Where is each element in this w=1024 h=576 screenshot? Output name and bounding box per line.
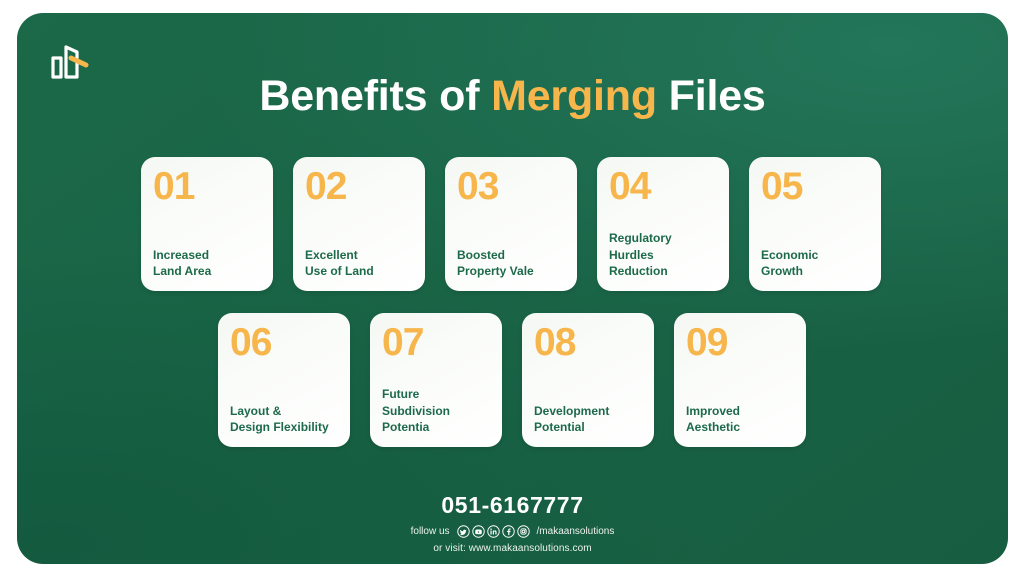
benefit-card-label: Boosted Property Vale [457, 247, 534, 279]
benefit-card-label: Future Subdivision Potentia [382, 387, 451, 435]
benefit-card-number: 09 [686, 321, 728, 364]
benefit-card-row-top: 01 Increased Land Area 02 Excellent Use of … [141, 157, 881, 291]
benefit-card-number: 06 [230, 321, 272, 364]
social-icon-group [456, 525, 530, 538]
website-line: or visit: www.makaansolutions.com [433, 542, 592, 554]
benefit-card-number: 02 [305, 165, 347, 208]
twitter-icon[interactable] [456, 525, 470, 538]
benefit-card-number: 04 [609, 165, 651, 208]
benefit-card: 07 Future Subdivision Potentia [370, 313, 502, 447]
footer: 051-6167777 follow us /makaansolutions o… [17, 491, 1008, 554]
benefit-card-number: 01 [153, 165, 195, 208]
benefit-card-label: Excellent Use of Land [305, 247, 374, 279]
benefit-card: 08 Development Potential [522, 313, 654, 447]
benefit-card-label: Development Potential [534, 403, 610, 435]
benefit-card: 03 Boosted Property Vale [445, 157, 577, 291]
youtube-icon[interactable] [471, 525, 485, 538]
benefit-card-label: Regulatory Hurdles Reduction [609, 231, 672, 279]
benefit-card: 09 Improved Aesthetic [674, 313, 806, 447]
benefit-card-label: Layout & Design Flexibility [230, 403, 329, 435]
follow-us-label: follow us [410, 525, 450, 537]
benefit-card-label: Economic Growth [761, 247, 819, 279]
phone-number: 051-6167777 [441, 492, 584, 518]
linkedin-icon[interactable] [486, 525, 500, 538]
social-handle: /makaansolutions [536, 525, 615, 537]
instagram-icon[interactable] [516, 525, 530, 538]
benefit-card-label: Improved Aesthetic [686, 403, 741, 435]
page-title: Benefits of Merging Files [17, 72, 1008, 121]
benefit-card: 06 Layout & Design Flexibility [218, 313, 350, 447]
benefit-card-label: Increased Land Area [153, 247, 212, 279]
social-line: follow us /makaansolutions [17, 525, 1008, 538]
benefit-card-number: 05 [761, 165, 803, 208]
infographic-canvas: Benefits of Merging Files 01 Increased La… [0, 0, 1024, 576]
title-part-2: Files [656, 72, 766, 120]
benefit-card-row-bottom: 06 Layout & Design Flexibility 07 Future Su… [218, 313, 806, 447]
benefit-card: 01 Increased Land Area [141, 157, 273, 291]
title-part-1: Benefits of [259, 72, 492, 120]
benefit-card-number: 03 [457, 165, 499, 208]
benefit-card: 05 Economic Growth [749, 157, 881, 291]
facebook-icon[interactable] [501, 525, 515, 538]
benefit-card: 02 Excellent Use of Land [293, 157, 425, 291]
benefit-card: 04 Regulatory Hurdles Reduction [597, 157, 729, 291]
benefit-card-number: 08 [534, 321, 576, 364]
title-accent-word: Merging [491, 72, 657, 120]
benefit-card-number: 07 [382, 321, 424, 364]
green-panel: Benefits of Merging Files 01 Increased La… [17, 13, 1008, 564]
